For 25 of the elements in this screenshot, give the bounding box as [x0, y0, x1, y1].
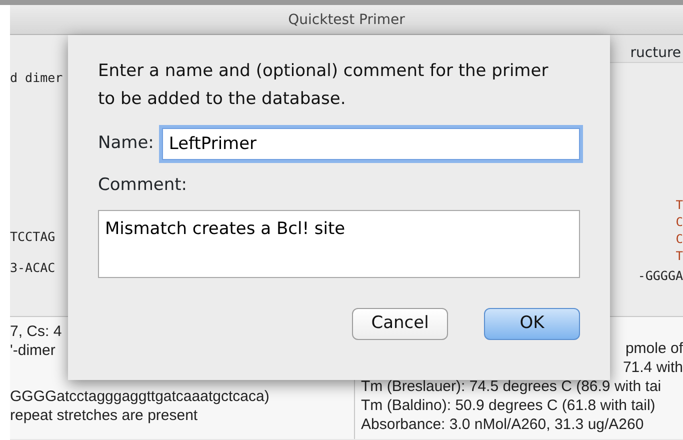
sequence-text: TCCTAG — [10, 228, 56, 246]
result-text: Absorbance: 3.0 nMol/A260, 31.3 ug/A260 — [361, 415, 645, 434]
result-text: Tm (Baldino): 50.9 degrees C (61.8 with tail) — [361, 396, 656, 415]
result-text: Tm (Breslauer): 74.5 degrees C (86.9 with tai — [361, 377, 662, 396]
result-text: repeat stretches are present — [10, 406, 199, 425]
comment-field[interactable]: Mismatch creates a Bcl! site — [98, 210, 580, 278]
name-field[interactable]: LeftPrimer — [162, 128, 580, 160]
sequence-text: C — [676, 214, 683, 231]
name-label: Name: — [98, 132, 154, 156]
sequence-text: T — [676, 197, 683, 214]
result-text: pmole of — [625, 339, 683, 358]
result-text: '-dimer — [10, 341, 56, 360]
sequence-text: C — [676, 231, 683, 248]
result-text: 71.4 with — [622, 358, 683, 377]
sequence-text: 3-ACAC — [10, 258, 56, 276]
sequence-text: -GGGGA — [638, 267, 683, 285]
result-text: d dimer — [10, 69, 63, 87]
window-title: Quicktest Primer — [10, 5, 683, 35]
dialog-message: Enter a name and (optional) comment for the primer to be added to the database. — [98, 60, 550, 111]
dialog-button[interactable]: Cancel — [352, 308, 448, 340]
comment-label: Comment: — [98, 174, 188, 197]
dialog-button[interactable]: OK — [484, 308, 580, 340]
result-text: GGGGatcctagggaggttgatcaaatgctcaca) — [10, 387, 270, 406]
sequence-text: T — [676, 248, 683, 265]
result-text: 7, Cs: 4 — [10, 322, 63, 341]
